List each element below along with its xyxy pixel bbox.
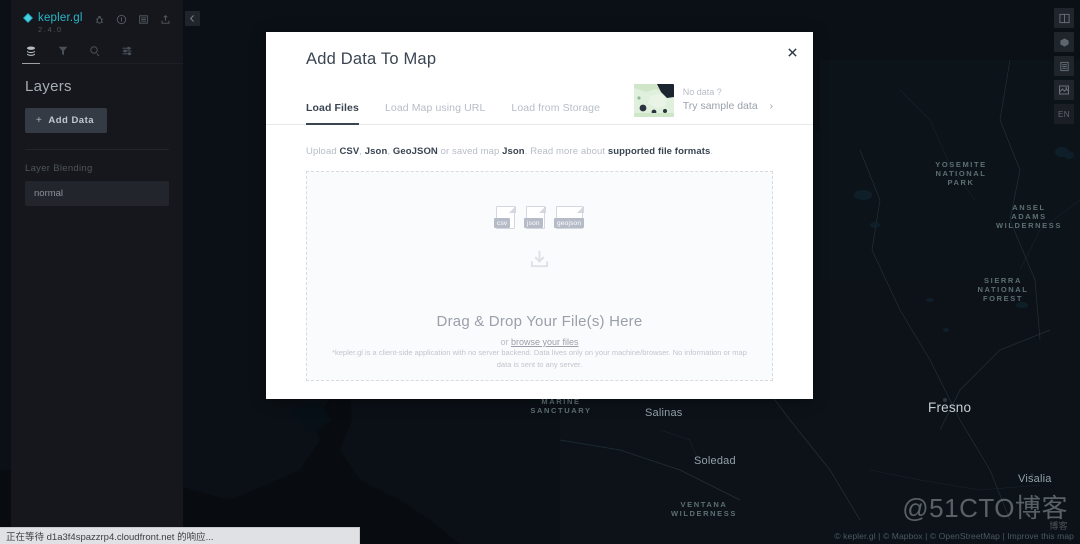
sidebar-header: kepler.gl 2.4.0 [11,0,183,34]
close-icon[interactable] [784,44,800,60]
add-data-modal: Add Data To Map Load Files Load Map usin… [266,32,813,399]
upload-note-suffix: . [710,146,714,157]
dropzone-disclaimer: *kepler.gl is a client-side application … [332,348,747,369]
kepler-logo-icon [23,13,33,23]
tab-load-map-url[interactable]: Load Map using URL [385,102,485,124]
map-style-icon[interactable] [1054,80,1074,100]
dropzone-sub-prefix: or [500,337,511,347]
globe-3d-icon[interactable] [1054,32,1074,52]
layer-blending-select[interactable]: normal [25,181,169,206]
dropzone-subtitle: or browse your files [500,337,578,347]
page-title: Layers [25,78,72,95]
csv-label: csv [494,218,511,228]
modal-tabs: Load Files Load Map using URL Load from … [306,102,600,125]
geojson-file-icon: geojson [554,205,585,229]
sidebar: kepler.gl 2.4.0 Layers + Add Data Layer … [11,0,183,544]
csv-file-icon: csv [494,205,516,229]
upload-note-mid: or saved map [437,146,503,157]
sample-line2: Try sample data [682,100,758,113]
brand-name: kepler.gl [38,12,83,24]
tab-load-from-storage[interactable]: Load from Storage [511,102,600,124]
json-label: json [524,218,543,228]
brand: kepler.gl [23,12,83,24]
sidebar-collapse-button[interactable] [185,11,200,26]
filter-icon [58,46,68,56]
sidebar-item-layers[interactable] [22,45,40,64]
filetype-icons: csv json geojson [494,205,585,229]
modal-tabs-row: Load Files Load Map using URL Load from … [266,84,813,125]
add-data-button[interactable]: + Add Data [25,108,108,133]
kepler-app: YOSEMITE NATIONAL PARK ANSEL ADAMS WILDERNES… [0,0,1080,544]
format-saved-json: Json [502,146,525,157]
supported-formats-link[interactable]: supported file formats [608,146,711,157]
sidebar-header-icons [94,12,171,25]
download-tray-icon [528,247,551,275]
sidebar-item-filters[interactable] [57,45,69,63]
geojson-label: geojson [554,218,585,228]
upload-note-mid2: . Read more about [524,146,608,157]
format-json: Json [364,146,388,157]
brand-version: 2.4.0 [38,25,63,34]
map-controls: EN [1054,8,1074,124]
file-dropzone[interactable]: csv json geojson Drag & Drop Your File(s… [306,171,773,381]
format-csv: CSV [339,146,360,157]
share-icon[interactable] [160,14,171,25]
try-sample-data[interactable]: No data ? Try sample data › [633,84,773,124]
sidebar-body: Layers + Add Data Layer Blending normal [11,64,183,206]
info-icon[interactable] [116,14,127,25]
chevron-right-icon: › [769,100,773,112]
sliders-icon [122,46,132,56]
add-data-label: Add Data [48,115,95,126]
browse-files-link[interactable]: browse your files [511,337,579,347]
upload-note: Upload CSV, Json, GeoJSON or saved map J… [266,146,813,157]
modal-title: Add Data To Map [306,50,437,68]
layer-blending-label: Layer Blending [25,163,93,174]
layers-icon [27,46,35,56]
map-legend-icon[interactable] [1054,56,1074,76]
split-map-icon[interactable] [1054,8,1074,28]
sidebar-item-interactions[interactable] [89,45,101,63]
browser-status-bar: 正在等待 d1a3f4spazzrp4.cloudfront.net 的响应..… [0,527,360,544]
map-attribution: © kepler.gl | © Mapbox | © OpenStreetMap… [834,531,1074,541]
sample-line1: No data ? [682,87,722,98]
plus-icon: + [36,115,43,126]
sidebar-item-basemap[interactable] [121,45,133,63]
cursor-icon [90,46,100,56]
json-file-icon: json [524,205,546,229]
divider [25,149,169,150]
bug-icon[interactable] [94,14,105,25]
upload-note-prefix: Upload [306,146,340,157]
language-selector[interactable]: EN [1054,104,1074,124]
sample-thumbnail [633,84,674,117]
format-geojson: GeoJSON [392,146,438,157]
tab-load-files[interactable]: Load Files [306,102,359,125]
save-icon[interactable] [138,14,149,25]
chevron-left-icon [189,15,194,22]
dropzone-title: Drag & Drop Your File(s) Here [436,313,643,330]
watermark: @51CTO博客 博客 [902,493,1068,531]
sidebar-tabs [22,45,183,64]
